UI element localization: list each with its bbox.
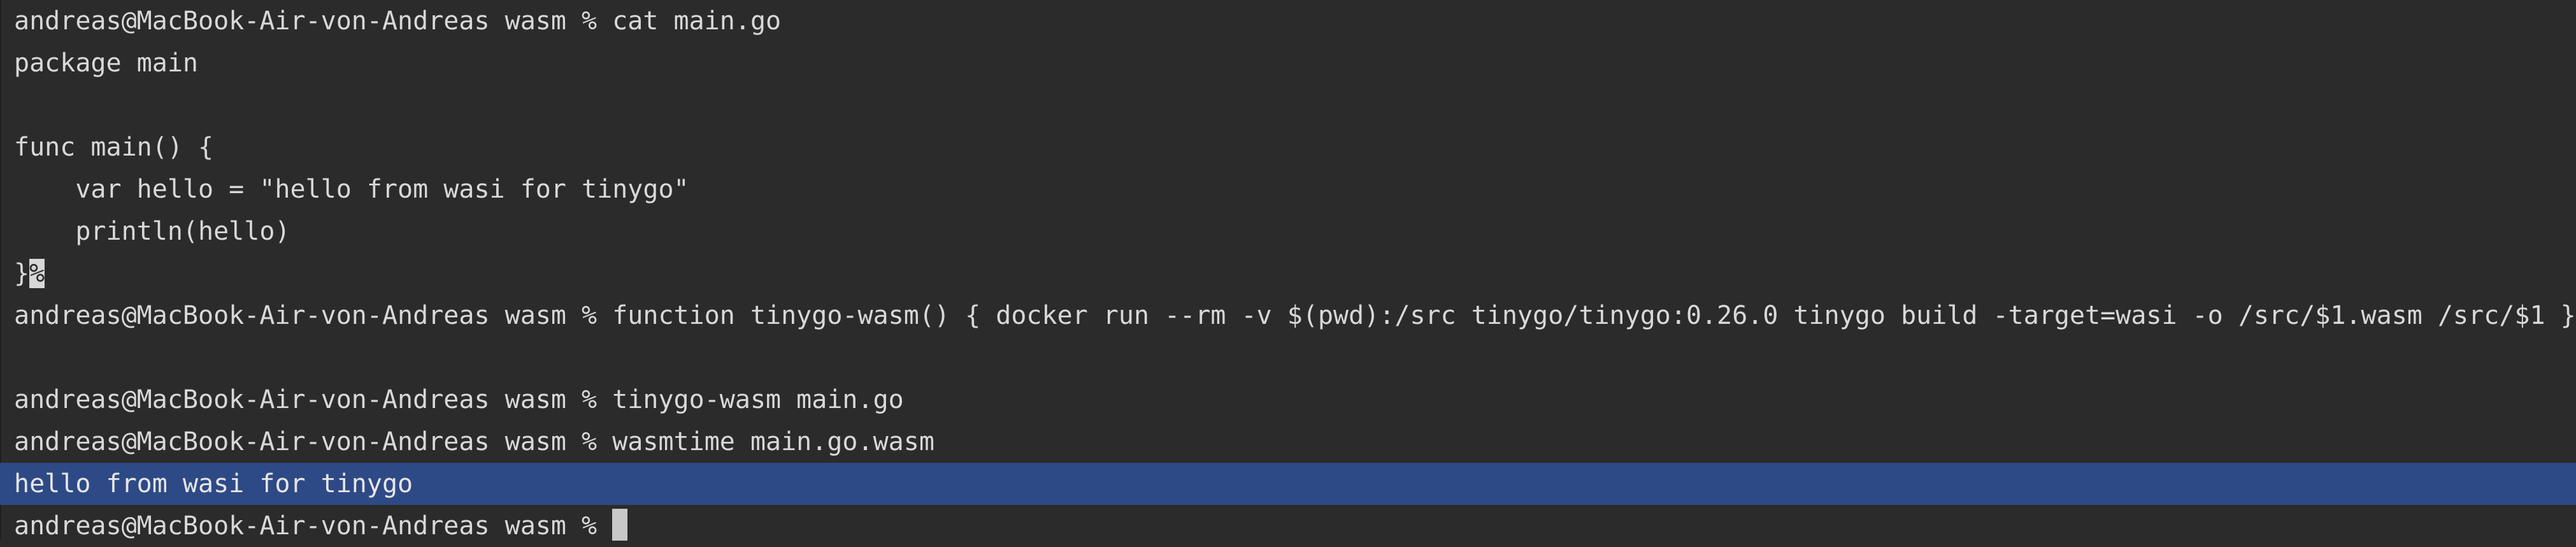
terminal-line-code: var hello = "hello from wasi for tinygo": [0, 168, 2576, 210]
terminal-line-prompt-function: andreas@MacBook-Air-von-Andreas wasm % f…: [0, 295, 2576, 337]
terminal-line-prompt-cat: andreas@MacBook-Air-von-Andreas wasm % c…: [0, 0, 2576, 42]
terminal-line-empty: [0, 84, 2576, 126]
terminal-line-code-end: }%: [0, 252, 2576, 295]
terminal-line-current-prompt[interactable]: andreas@MacBook-Air-von-Andreas wasm %: [0, 505, 2576, 547]
terminal-line-output-selected[interactable]: hello from wasi for tinygo: [0, 463, 2576, 505]
terminal-text: println(hello): [14, 217, 290, 246]
terminal-line-code: func main() {: [0, 126, 2576, 168]
terminal-line-empty: [0, 337, 2576, 379]
terminal-window[interactable]: andreas@MacBook-Air-von-Andreas wasm % c…: [0, 0, 2576, 541]
terminal-text: andreas@MacBook-Air-von-Andreas wasm %: [14, 511, 613, 541]
terminal-line-code: package main: [0, 42, 2576, 84]
terminal-text: func main() {: [14, 133, 214, 162]
terminal-line-prompt-build: andreas@MacBook-Air-von-Andreas wasm % t…: [0, 379, 2576, 421]
terminal-text: hello from wasi for tinygo: [14, 469, 413, 499]
terminal-line-prompt-run: andreas@MacBook-Air-von-Andreas wasm % w…: [0, 421, 2576, 463]
terminal-text: }: [14, 259, 30, 288]
terminal-text: andreas@MacBook-Air-von-Andreas wasm % w…: [14, 427, 934, 456]
terminal-line-code: println(hello): [0, 210, 2576, 252]
terminal-text: package main: [14, 48, 198, 78]
terminal-text: andreas@MacBook-Air-von-Andreas wasm % t…: [14, 385, 904, 414]
terminal-text: var hello = "hello from wasi for tinygo": [14, 175, 689, 204]
terminal-text: andreas@MacBook-Air-von-Andreas wasm % f…: [14, 301, 2576, 330]
terminal-text: andreas@MacBook-Air-von-Andreas wasm % c…: [14, 6, 782, 36]
terminal-cursor: [612, 509, 628, 541]
eof-marker: %: [29, 259, 45, 288]
